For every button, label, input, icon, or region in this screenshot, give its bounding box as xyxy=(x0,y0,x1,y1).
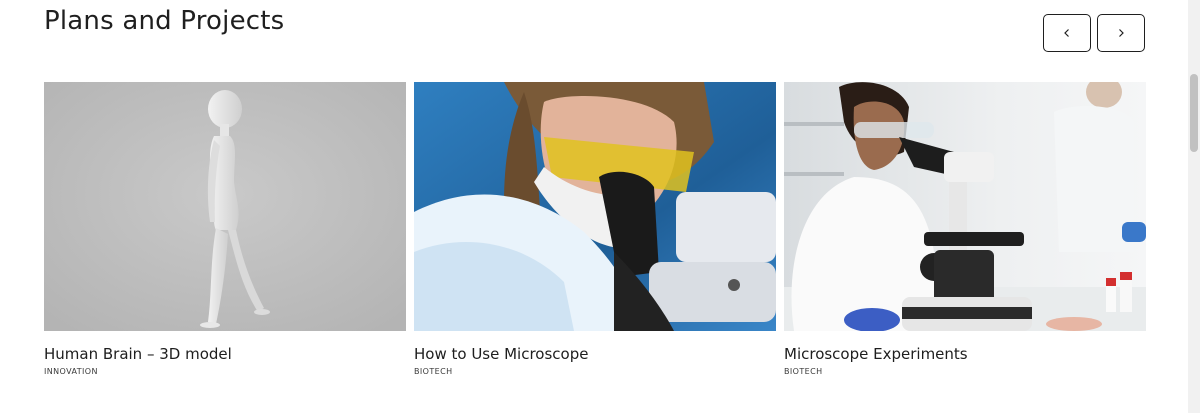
card-category[interactable]: BIOTECH xyxy=(414,367,776,377)
carousel-prev-button[interactable] xyxy=(1043,14,1091,52)
3d-human-figure-image[interactable] xyxy=(44,82,406,331)
scientist-microscope-image[interactable] xyxy=(414,82,776,331)
card-title[interactable]: Human Brain – 3D model xyxy=(44,345,406,363)
plans-projects-section: Plans and Projects Human Brain – 3D mode… xyxy=(0,0,1200,413)
page-scrollbar[interactable] xyxy=(1188,0,1200,413)
carousel-next-button[interactable] xyxy=(1097,14,1145,52)
card-category[interactable]: INNOVATION xyxy=(44,367,406,377)
card-title[interactable]: Microscope Experiments xyxy=(784,345,1146,363)
section-title: Plans and Projects xyxy=(44,6,285,36)
scrollbar-thumb[interactable] xyxy=(1190,74,1198,152)
lab-microscope-image[interactable] xyxy=(784,82,1146,331)
project-card[interactable]: Microscope Experiments BIOTECH xyxy=(784,82,1146,377)
project-card[interactable]: How to Use Microscope BIOTECH xyxy=(414,82,776,377)
project-card[interactable]: Human Brain – 3D model INNOVATION xyxy=(44,82,406,377)
chevron-left-icon xyxy=(1064,29,1069,37)
chevron-right-icon xyxy=(1119,29,1124,37)
card-category[interactable]: BIOTECH xyxy=(784,367,1146,377)
card-title[interactable]: How to Use Microscope xyxy=(414,345,776,363)
